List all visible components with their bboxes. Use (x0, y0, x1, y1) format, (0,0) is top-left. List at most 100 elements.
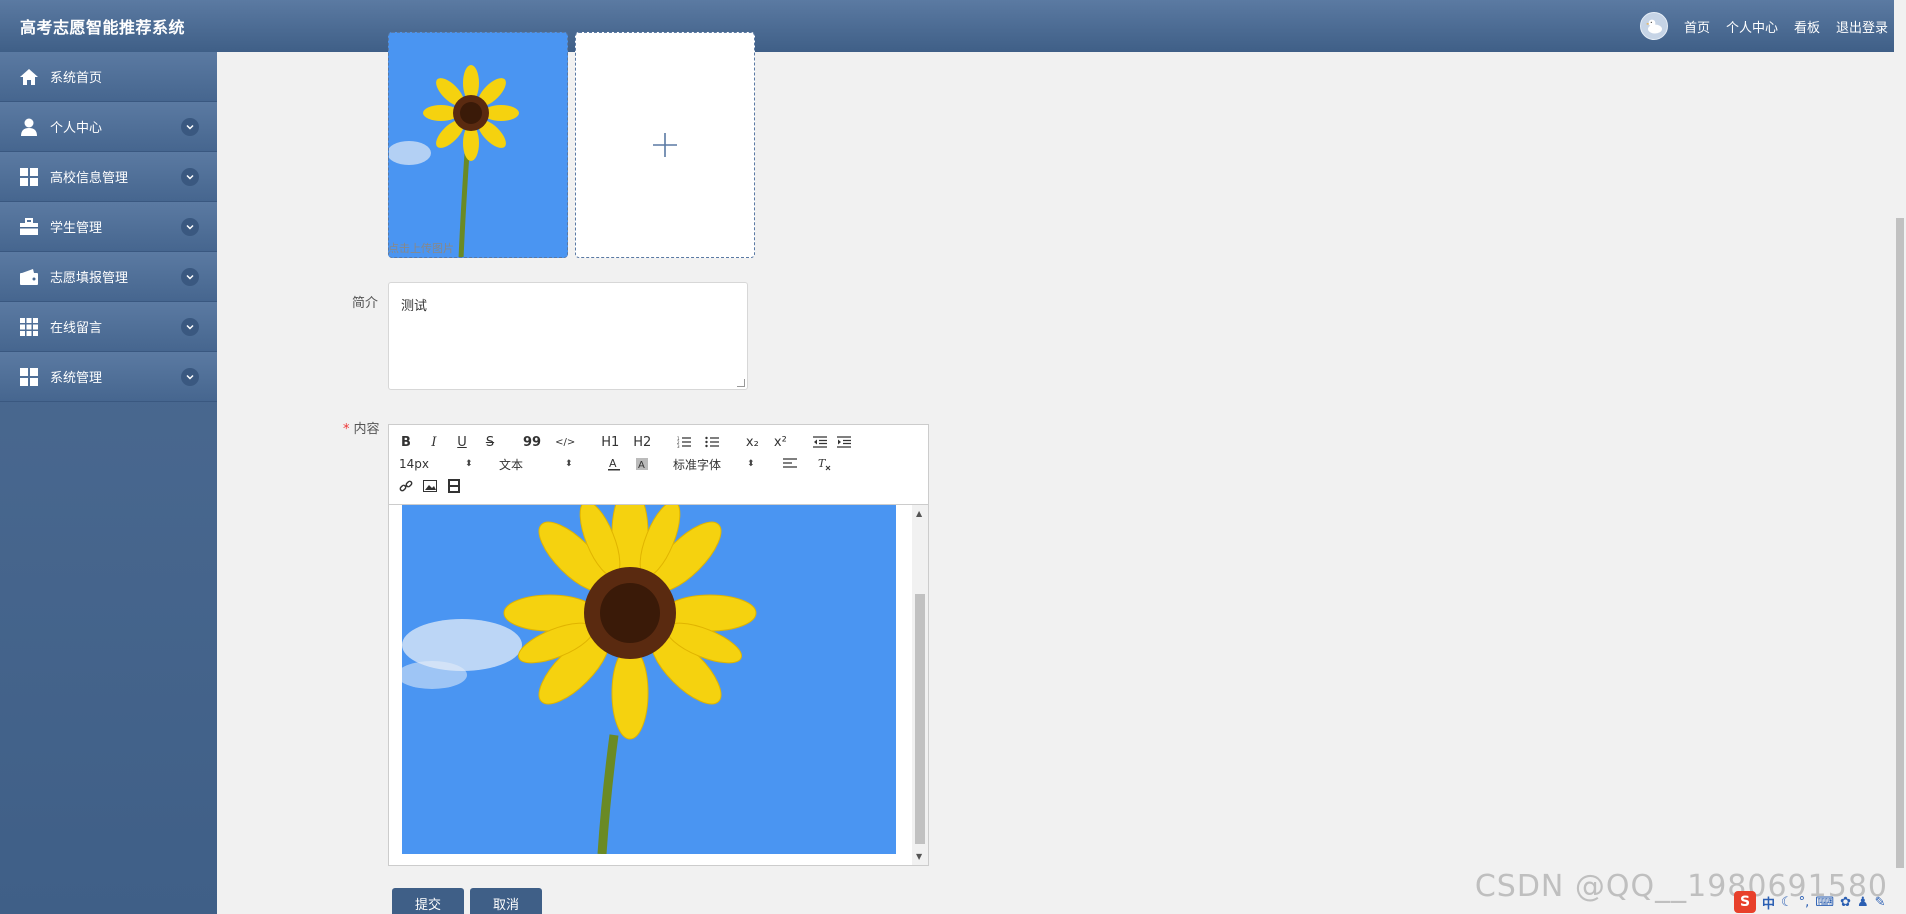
select-arrows-icon: ⬍ (565, 459, 573, 469)
toolbar-row-1: B I U S 99 </> H1 H2 123 x₂ x² (399, 431, 918, 453)
duck-avatar-icon (1645, 19, 1662, 34)
submit-button[interactable]: 提交 (392, 888, 464, 914)
header-link-logout[interactable]: 退出登录 (1836, 17, 1888, 36)
keyboard-icon[interactable]: ⌨ (1815, 895, 1834, 910)
svg-text:A: A (609, 457, 617, 470)
sidebar-item-applications[interactable]: 志愿填报管理 (0, 252, 217, 302)
settings-icon[interactable]: ✿ (1840, 895, 1851, 910)
clear-format-button[interactable]: T (817, 457, 831, 471)
sidebar-item-profile[interactable]: 个人中心 (0, 102, 217, 152)
sidebar-item-label: 个人中心 (50, 121, 103, 136)
italic-button[interactable]: I (427, 435, 441, 450)
sidebar-item-label: 学生管理 (50, 221, 103, 236)
user-icon (18, 116, 40, 138)
align-button[interactable] (783, 458, 797, 470)
sidebar-item-college[interactable]: 高校信息管理 (0, 152, 217, 202)
font-family-select[interactable]: 标准字体 ⬍ (673, 456, 783, 473)
paragraph-select[interactable]: 文本 ⬍ (499, 456, 607, 473)
ordered-list-button[interactable]: 123 (677, 436, 692, 448)
header1-button[interactable]: H1 (601, 435, 619, 450)
chevron-down-icon (181, 118, 199, 136)
sogou-ime-icon[interactable]: S (1734, 891, 1756, 913)
uploaded-image-thumbnail[interactable] (388, 32, 568, 258)
header-link-profile[interactable]: 个人中心 (1726, 17, 1778, 36)
apps-icon (18, 316, 40, 338)
scroll-down-icon[interactable]: ▼ (916, 852, 922, 861)
sunflower-image (402, 505, 896, 854)
ordered-list-icon: 123 (677, 436, 692, 448)
editor-content-area[interactable]: ▲ ▼ (389, 505, 928, 865)
video-icon (448, 479, 460, 493)
cancel-button[interactable]: 取消 (470, 888, 542, 914)
select-arrows-icon: ⬍ (747, 459, 755, 469)
scrollbar-thumb[interactable] (915, 594, 925, 844)
required-mark: * (343, 422, 350, 437)
add-image-button[interactable] (575, 32, 755, 258)
moon-icon[interactable]: ☾ (1781, 895, 1793, 910)
page-scrollbar-thumb[interactable] (1896, 218, 1904, 868)
chevron-down-icon (181, 168, 199, 186)
briefcase-icon (18, 216, 40, 238)
header2-button[interactable]: H2 (633, 435, 651, 450)
tool-icon[interactable]: ✎ (1875, 895, 1886, 910)
strike-button[interactable]: S (483, 435, 497, 450)
link-button[interactable] (399, 479, 413, 493)
sidebar-item-home[interactable]: 系统首页 (0, 52, 217, 102)
font-color-button[interactable]: A (607, 457, 621, 471)
font-size-select[interactable]: 14px ⬍ (399, 457, 499, 471)
sidebar: 系统首页 个人中心 高校信息管理 学生管理 志愿填报管理 在线留言 系统管理 (0, 52, 217, 914)
underline-button[interactable]: U (455, 435, 469, 450)
sidebar-item-label: 志愿填报管理 (50, 271, 129, 286)
svg-text:A: A (638, 460, 645, 471)
bullet-list-button[interactable] (705, 436, 720, 448)
select-arrows-icon: ⬍ (465, 459, 473, 469)
resize-handle[interactable] (737, 379, 745, 387)
avatar[interactable] (1639, 12, 1668, 40)
bold-button[interactable]: B (399, 435, 413, 450)
app-title: 高考志愿智能推荐系统 (20, 18, 186, 37)
image-icon (423, 480, 437, 492)
link-icon (399, 480, 413, 492)
svg-text:T: T (818, 457, 827, 470)
code-block-button[interactable]: </> (555, 437, 575, 448)
content-image[interactable] (402, 505, 896, 854)
plus-icon (653, 133, 677, 157)
sidebar-item-students[interactable]: 学生管理 (0, 202, 217, 252)
sidebar-item-system[interactable]: 系统管理 (0, 352, 217, 402)
background-color-icon: A (636, 458, 648, 471)
sidebar-item-label: 系统首页 (50, 71, 103, 86)
header-link-dashboard[interactable]: 看板 (1794, 17, 1820, 36)
chevron-down-icon (181, 318, 199, 336)
image-button[interactable] (423, 480, 437, 492)
background-color-button[interactable]: A (635, 457, 649, 471)
grid-icon (18, 166, 40, 188)
header-link-home[interactable]: 首页 (1684, 17, 1710, 36)
quote-button[interactable]: 99 (523, 435, 541, 450)
outdent-button[interactable] (813, 436, 828, 448)
chevron-down-icon (181, 218, 199, 236)
sidebar-item-label: 在线留言 (50, 321, 103, 336)
ime-language-indicator[interactable]: 中 (1762, 893, 1775, 912)
home-icon (18, 66, 40, 88)
page-scrollbar[interactable] (1894, 0, 1906, 914)
svg-text:3: 3 (677, 444, 680, 448)
main-content: 点击上传图片 简介 测试 * 内容 B I U S 99 </> H1 H2 12… (217, 32, 1906, 914)
scroll-up-icon[interactable]: ▲ (916, 509, 922, 518)
font-color-icon: A (608, 457, 620, 471)
sidebar-item-label: 系统管理 (50, 371, 103, 386)
editor-scrollbar[interactable]: ▲ ▼ (912, 505, 928, 865)
chevron-down-icon (181, 368, 199, 386)
content-label: * 内容 (343, 422, 380, 437)
sidebar-item-messages[interactable]: 在线留言 (0, 302, 217, 352)
intro-textarea[interactable]: 测试 (388, 282, 748, 390)
intro-label: 简介 (352, 296, 379, 311)
subscript-button[interactable]: x₂ (745, 435, 759, 450)
video-button[interactable] (447, 479, 461, 493)
toolbar-row-3 (399, 475, 918, 497)
indent-button[interactable] (837, 436, 852, 448)
editor-toolbar: B I U S 99 </> H1 H2 123 x₂ x² 14px ⬍ 文本… (389, 425, 928, 505)
punctuation-icon[interactable]: °, (1799, 895, 1810, 910)
chevron-down-icon (181, 268, 199, 286)
skin-icon[interactable]: ♟ (1857, 895, 1869, 910)
superscript-button[interactable]: x² (773, 435, 787, 450)
